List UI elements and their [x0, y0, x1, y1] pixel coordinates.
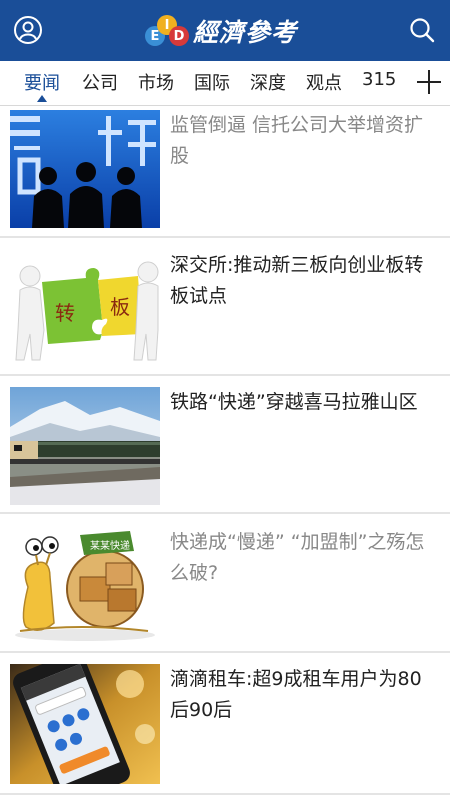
search-icon — [410, 18, 435, 43]
article-item[interactable]: 转 板 深交所:推动新三板向创业板转板试点 — [0, 238, 450, 374]
tab-international[interactable]: 国际 — [194, 69, 230, 95]
article-item[interactable]: 滴滴租车:超9成租车用户为80后90后 — [0, 653, 450, 793]
article-title: 监管倒逼 信托公司大举增资扩股 — [170, 114, 424, 167]
category-tabs: 要闻 公司 市场 国际 深度 观点 315 — [0, 61, 450, 106]
tab-market[interactable]: 市场 — [138, 69, 174, 95]
tab-opinion[interactable]: 观点 — [306, 69, 342, 95]
phone-app-image — [10, 664, 160, 784]
puzzle-figures-image: 转 板 — [10, 250, 160, 365]
article-title: 铁路“快递”穿越喜马拉雅山区 — [170, 391, 418, 413]
svg-text:某某快递: 某某快递 — [90, 539, 130, 552]
train-mountains-image — [10, 387, 160, 505]
user-icon — [14, 16, 42, 44]
article-item[interactable]: 某某快递 快递成“慢递” “加盟制”之殇怎么破? — [0, 514, 450, 651]
tab-company[interactable]: 公司 — [82, 69, 118, 95]
active-tab-indicator — [37, 95, 47, 102]
tab-news[interactable]: 要闻 — [24, 69, 60, 95]
article-title: 快递成“慢递” “加盟制”之殇怎么破? — [170, 531, 425, 584]
divider — [0, 793, 450, 795]
logo-badges: E I D — [143, 12, 191, 50]
article-item[interactable]: 铁路“快递”穿越喜马拉雅山区 — [0, 376, 450, 512]
search-button[interactable] — [402, 10, 442, 50]
snail-courier-image: 某某快递 — [10, 527, 160, 645]
svg-text:转: 转 — [55, 301, 75, 325]
user-button[interactable] — [8, 10, 48, 50]
tab-315[interactable]: 315 — [362, 69, 396, 90]
svg-text:板: 板 — [110, 295, 130, 319]
tab-depth[interactable]: 深度 — [250, 69, 286, 95]
article-title: 深交所:推动新三板向创业板转板试点 — [170, 254, 424, 307]
app-root: E I D 經濟參考 要闻 公司 市场 国际 深度 观点 315 监管倒逼 信托… — [0, 0, 450, 800]
trust-silhouettes-image — [10, 110, 160, 228]
top-bar: E I D 經濟參考 — [0, 0, 450, 61]
article-item[interactable]: 监管倒逼 信托公司大举增资扩股 — [0, 106, 450, 236]
logo-text: 經濟參考 — [193, 18, 298, 47]
plus-icon — [417, 70, 441, 94]
add-channel-button[interactable] — [414, 67, 444, 97]
article-title: 滴滴租车:超9成租车用户为80后90后 — [170, 668, 422, 721]
app-logo: E I D 經濟參考 — [143, 12, 297, 50]
logo-badge-d: D — [169, 26, 189, 46]
